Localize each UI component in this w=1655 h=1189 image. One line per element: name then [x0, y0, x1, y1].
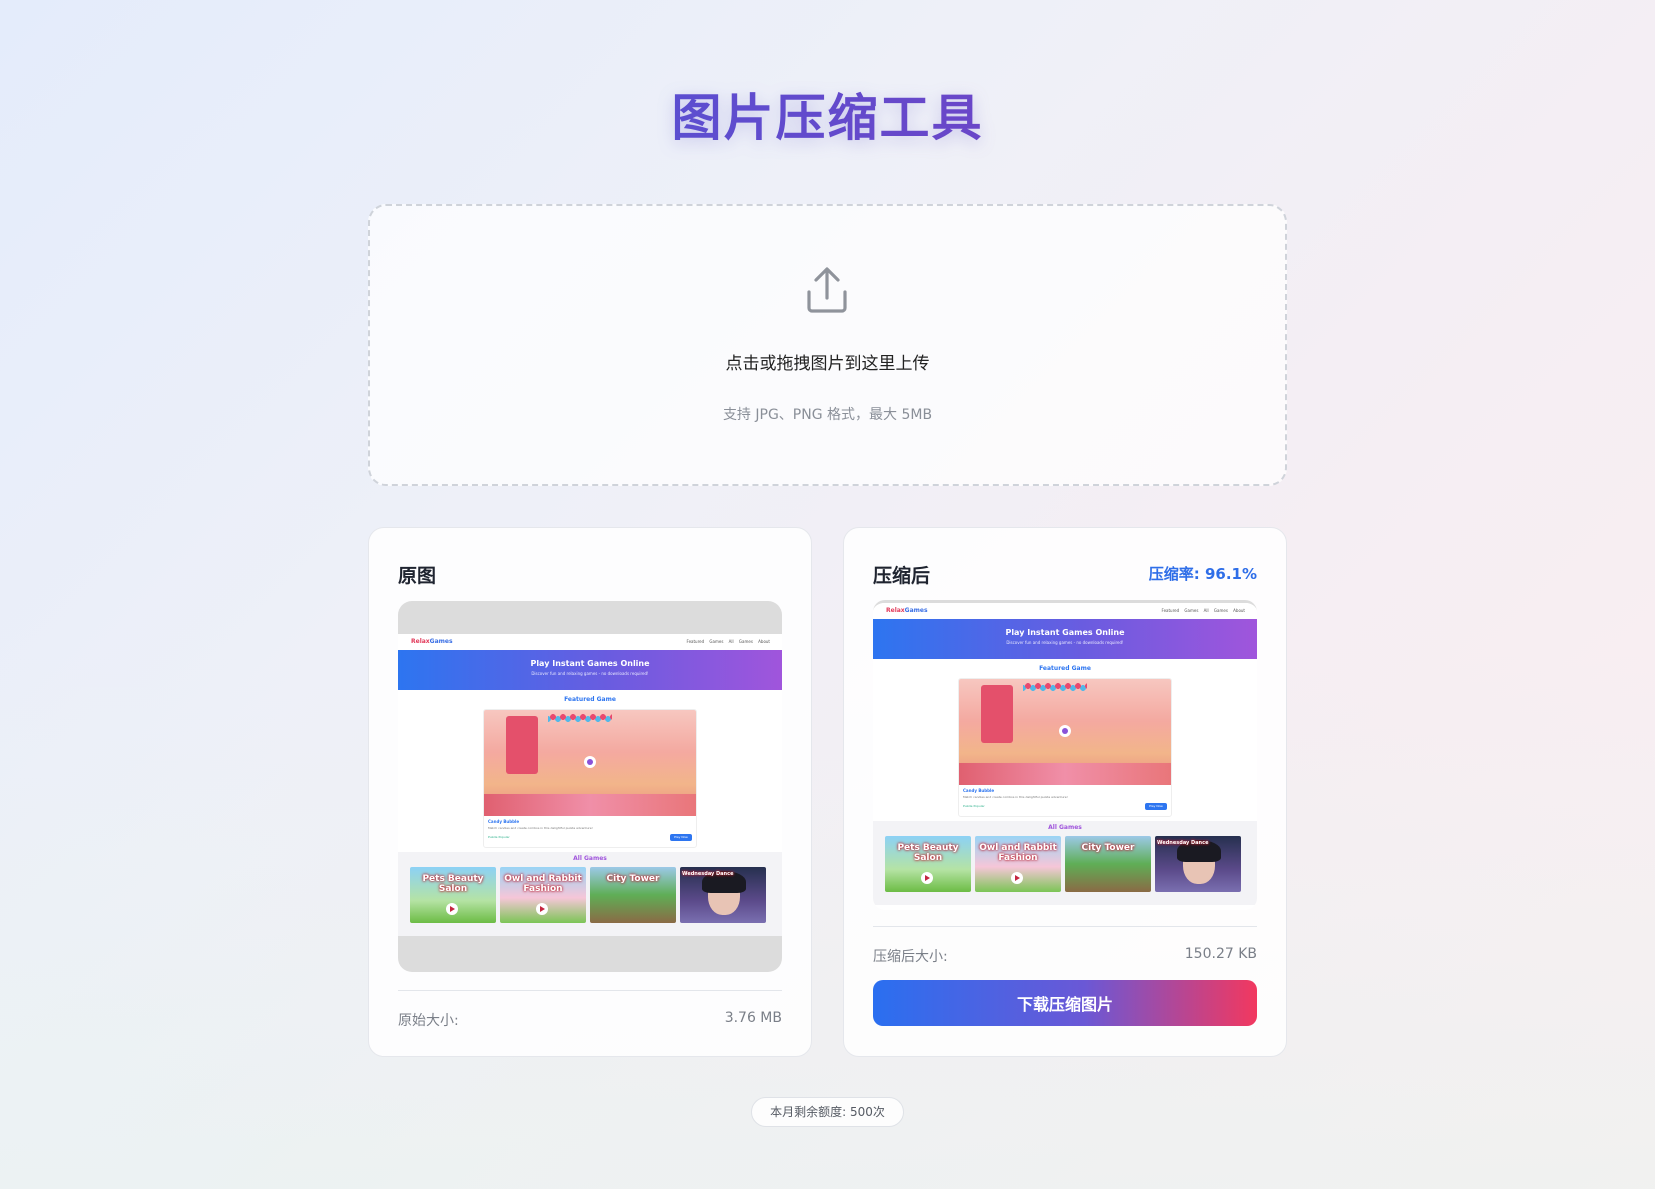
preview-nav-links: Featured Games All Games About: [686, 639, 770, 644]
preview-game-tags: Puzzle Popular: [488, 835, 510, 839]
original-image-preview: RelaxGames Featured Games All Games Abou…: [398, 601, 782, 972]
preview-play-button: Play Now: [670, 834, 692, 841]
preview-featured-heading: Featured Game: [564, 696, 616, 703]
upload-dropzone[interactable]: [368, 204, 1287, 486]
preview-thumb: Pets Beauty Salon: [885, 836, 971, 892]
quota-badge: 本月剩余额度: 500次: [751, 1097, 904, 1127]
preview-play-button: Play Now: [1145, 803, 1167, 810]
preview-all-games-heading: All Games: [573, 855, 607, 862]
preview-game-title: Candy Bubble: [488, 819, 520, 824]
preview-featured-heading: Featured Game: [1039, 665, 1091, 672]
page-title: 图片压缩工具: [0, 78, 1655, 150]
preview-all-games: All Games Pets Beauty Salon Owl and Rabb…: [873, 821, 1257, 905]
preview-nav: RelaxGames Featured Games All Games Abou…: [873, 603, 1257, 619]
divider: [873, 926, 1257, 927]
preview-hero-title: Play Instant Games Online: [530, 659, 650, 668]
upload-icon: [807, 267, 847, 313]
compressed-image-preview: RelaxGames Featured Games All Games Abou…: [873, 600, 1257, 910]
compressed-size-value: 150.27 KB: [1184, 946, 1257, 962]
preview-thumb: Owl and Rabbit Fashion: [975, 836, 1061, 892]
preview-game-art: [484, 710, 696, 816]
preview-hero-subtitle: Discover fun and relaxing games - no dow…: [1006, 640, 1124, 645]
preview-thumb: City Tower: [590, 867, 676, 923]
play-icon: [536, 903, 548, 915]
original-title: 原图: [398, 565, 437, 587]
preview-game-desc: Match candies and create combos in this …: [963, 795, 1068, 799]
play-icon: [921, 872, 933, 884]
compressed-size-label: 压缩后大小:: [873, 949, 948, 965]
preview-all-games: All Games Pets Beauty Salon Owl and Rabb…: [398, 852, 782, 936]
play-icon: [1059, 725, 1071, 737]
preview-featured-card: Candy Bubble Match candies and create co…: [483, 709, 697, 848]
original-screenshot: RelaxGames Featured Games All Games Abou…: [398, 634, 782, 936]
play-icon: [1011, 872, 1023, 884]
compression-ratio: 压缩率: 96.1%: [1148, 565, 1257, 583]
compressed-title: 压缩后: [873, 565, 931, 587]
preview-thumb: Wednesday Dance: [680, 867, 766, 923]
preview-all-games-heading: All Games: [1048, 824, 1082, 831]
preview-featured-card: Candy Bubble Match candies and create co…: [958, 678, 1172, 817]
play-icon: [584, 756, 596, 768]
preview-nav-links: Featured Games All Games About: [1161, 608, 1245, 613]
preview-logo: RelaxGames: [411, 638, 453, 645]
upload-prompt: 点击或拖拽图片到这里上传: [725, 354, 930, 374]
preview-thumb: City Tower: [1065, 836, 1151, 892]
original-size-value: 3.76 MB: [724, 1010, 782, 1026]
preview-nav: RelaxGames Featured Games All Games Abou…: [398, 634, 782, 650]
compressed-panel: 压缩后 压缩率: 96.1% RelaxGames Featured Games…: [843, 527, 1287, 1057]
original-panel: 原图 RelaxGames Featured Games All Games A…: [368, 527, 812, 1057]
divider: [398, 990, 782, 991]
play-icon: [446, 903, 458, 915]
download-button[interactable]: 下载压缩图片: [873, 980, 1257, 1026]
preview-thumb: Owl and Rabbit Fashion: [500, 867, 586, 923]
original-size-label: 原始大小:: [398, 1013, 459, 1029]
compressed-screenshot: RelaxGames Featured Games All Games Abou…: [873, 603, 1257, 905]
preview-thumb: Pets Beauty Salon: [410, 867, 496, 923]
preview-thumb: Wednesday Dance: [1155, 836, 1241, 892]
preview-logo: RelaxGames: [886, 607, 928, 614]
preview-hero-subtitle: Discover fun and relaxing games - no dow…: [531, 671, 649, 676]
preview-hero-title: Play Instant Games Online: [1005, 628, 1125, 637]
preview-hero: Play Instant Games Online Discover fun a…: [873, 619, 1257, 659]
preview-game-title: Candy Bubble: [963, 788, 995, 793]
preview-hero: Play Instant Games Online Discover fun a…: [398, 650, 782, 690]
preview-game-art: [959, 679, 1171, 785]
preview-game-tags: Puzzle Popular: [963, 804, 985, 808]
preview-game-desc: Match candies and create combos in this …: [488, 826, 593, 830]
upload-hint: 支持 JPG、PNG 格式，最大 5MB: [722, 407, 933, 423]
background-tint: [0, 0, 1655, 1189]
